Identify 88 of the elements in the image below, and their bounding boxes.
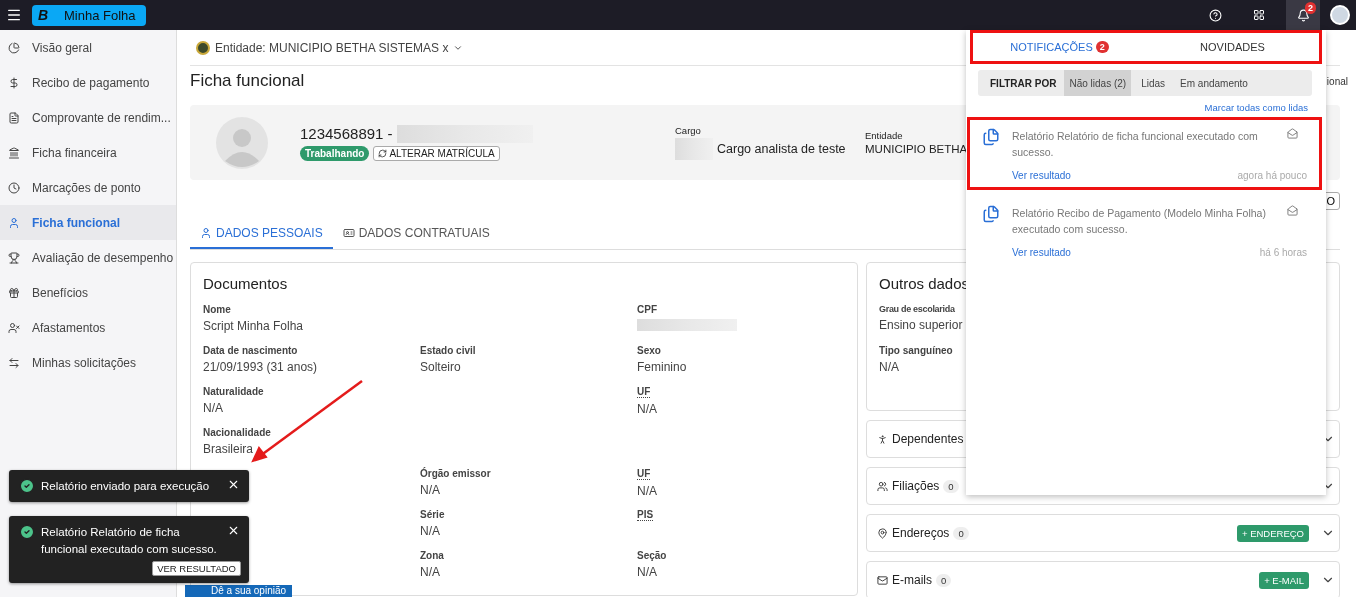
field-label: Série — [420, 509, 445, 520]
sidebar-item[interactable]: Visão geral — [0, 30, 176, 65]
sidebar-item[interactable]: Benefícios — [0, 275, 176, 310]
field-label: UF — [637, 468, 651, 480]
toast-message: Relatório enviado para execução — [41, 479, 211, 494]
field-value: Cargo analista de teste — [717, 142, 846, 156]
app-logo[interactable]: B Minha Folha — [32, 4, 146, 26]
field-label: CPF — [637, 304, 657, 315]
field-label: Zona — [420, 550, 444, 561]
filter-option[interactable]: Em andamento — [1175, 70, 1253, 96]
tab[interactable]: NOTIFICAÇÕES 2 — [973, 41, 1146, 53]
field-label: Entidade — [865, 130, 904, 141]
change-registration-button[interactable]: ALTERAR MATRÍCULA — [373, 145, 500, 161]
add-button[interactable]: + E-MAIL — [1259, 571, 1309, 589]
count-badge: 0 — [936, 573, 952, 587]
sidebar-item[interactable]: Avaliação de desempenho — [0, 240, 176, 275]
field-value: Script Minha Folha — [203, 319, 304, 333]
sidebar-item[interactable]: Ficha funcional — [0, 205, 176, 240]
section-title: Filiações — [892, 479, 940, 493]
sidebar-item[interactable]: Comprovante de rendim... — [0, 100, 176, 135]
notification-item[interactable]: Relatório Relatório de ficha funcional executado com sucesso. Ver resultado agora há pouco — [967, 117, 1322, 190]
section-title: Endereços — [892, 526, 950, 540]
toast-message: Relatório Relatório de ficha funcional executado com sucesso. — [41, 525, 218, 557]
card-title: Documentos — [203, 275, 288, 292]
section-panel[interactable]: E-mails 0 + E-MAIL — [866, 561, 1340, 597]
field-label: Nacionalidade — [203, 427, 271, 438]
field-value: N/A — [637, 565, 657, 579]
field-value: N/A — [203, 401, 223, 415]
sidebar-item[interactable]: Ficha financeira — [0, 135, 176, 170]
tab[interactable]: DADOS PESSOAIS — [190, 220, 333, 249]
count-badge: 0 — [953, 526, 969, 540]
field-label: UF — [637, 386, 651, 398]
mark-all-link[interactable]: Marcar todas como lidas — [970, 102, 1308, 113]
notification-count: 2 — [1305, 2, 1316, 14]
field-value: Ensino superior — [879, 318, 963, 332]
field-value: N/A — [420, 565, 440, 579]
notification-time: há 6 horas — [1259, 247, 1307, 258]
view-result-button[interactable]: VER RESULTADO — [152, 561, 241, 576]
filter-option[interactable]: Não lidas (2) — [1064, 70, 1132, 96]
page-title: Ficha funcional — [190, 71, 305, 91]
field-value: N/A — [637, 402, 657, 416]
sidebar-item[interactable]: Marcações de ponto — [0, 170, 176, 205]
filter-label: FILTRAR POR — [989, 76, 1058, 91]
field-value: Solteiro — [420, 360, 461, 374]
field-value: Brasileira — [203, 442, 253, 456]
field-value: N/A — [637, 484, 657, 498]
field-value: N/A — [879, 360, 899, 374]
field-value: N/A — [420, 483, 440, 497]
field-label: Naturalidade — [203, 386, 264, 397]
notifications-button[interactable]: 2 — [1286, 0, 1320, 30]
count-badge: 0 — [943, 479, 959, 493]
notification-text: Relatório Relatório de ficha funcional executado com sucesso. — [1012, 129, 1259, 160]
section-title: E-mails — [892, 573, 932, 587]
field-label: Seção — [637, 550, 667, 561]
sidebar-item[interactable]: Minhas solicitações — [0, 345, 176, 380]
result-link[interactable]: Ver resultado — [1012, 247, 1071, 258]
field-value: N/A — [420, 524, 440, 538]
section-title: Dependentes — [892, 432, 964, 446]
entity-selector[interactable]: Entidade: MUNICIPIO BETHA SISTEMAS x — [215, 40, 449, 55]
status-badge: Trabalhando — [300, 145, 370, 161]
result-link[interactable]: Ver resultado — [1012, 170, 1071, 181]
field-label: Cargo — [675, 125, 702, 136]
tab[interactable]: DADOS CONTRATUAIS — [332, 220, 500, 249]
sidebar-item[interactable]: Afastamentos — [0, 310, 176, 345]
field-label: Data de nascimento — [203, 345, 298, 356]
field-value: MUNICIPIO BETHA — [865, 143, 968, 155]
field-label: Nome — [203, 304, 231, 315]
breadcrumb: ional — [1326, 75, 1348, 87]
tab[interactable]: NOVIDADES — [1146, 41, 1319, 53]
field-label: Grau de escolarida — [879, 304, 955, 314]
add-button[interactable]: + ENDEREÇO — [1236, 524, 1309, 542]
field-value: 21/09/1993 (31 anos) — [203, 360, 318, 374]
feedback-button[interactable]: Dê a sua opinião — [185, 585, 293, 597]
field-label: Órgão emissor — [420, 468, 491, 479]
field-label: Estado civil — [420, 345, 476, 356]
field-label: PIS — [637, 509, 654, 521]
notification-item[interactable]: Relatório Recibo de Pagamento (Modelo Minha Folha) executado com sucesso. Ver resultado há 6 horas — [967, 194, 1322, 267]
notification-text: Relatório Recibo de Pagamento (Modelo Minha Folha) executado com sucesso. — [1012, 206, 1267, 237]
field-label: Tipo sanguíneo — [879, 345, 953, 356]
field-label: Sexo — [637, 345, 661, 356]
count-badge: 2 — [1095, 41, 1109, 53]
section-panel[interactable]: Endereços 0 + ENDEREÇO — [866, 514, 1340, 552]
notification-time: agora há pouco — [1237, 170, 1307, 181]
field-value: Feminino — [637, 360, 687, 374]
sidebar-item[interactable]: Recibo de pagamento — [0, 65, 176, 100]
filter-option[interactable]: Lidas — [1136, 70, 1171, 96]
card-title: Outros dados — [879, 275, 970, 292]
registration-number: 1234568891 - — [300, 125, 393, 142]
